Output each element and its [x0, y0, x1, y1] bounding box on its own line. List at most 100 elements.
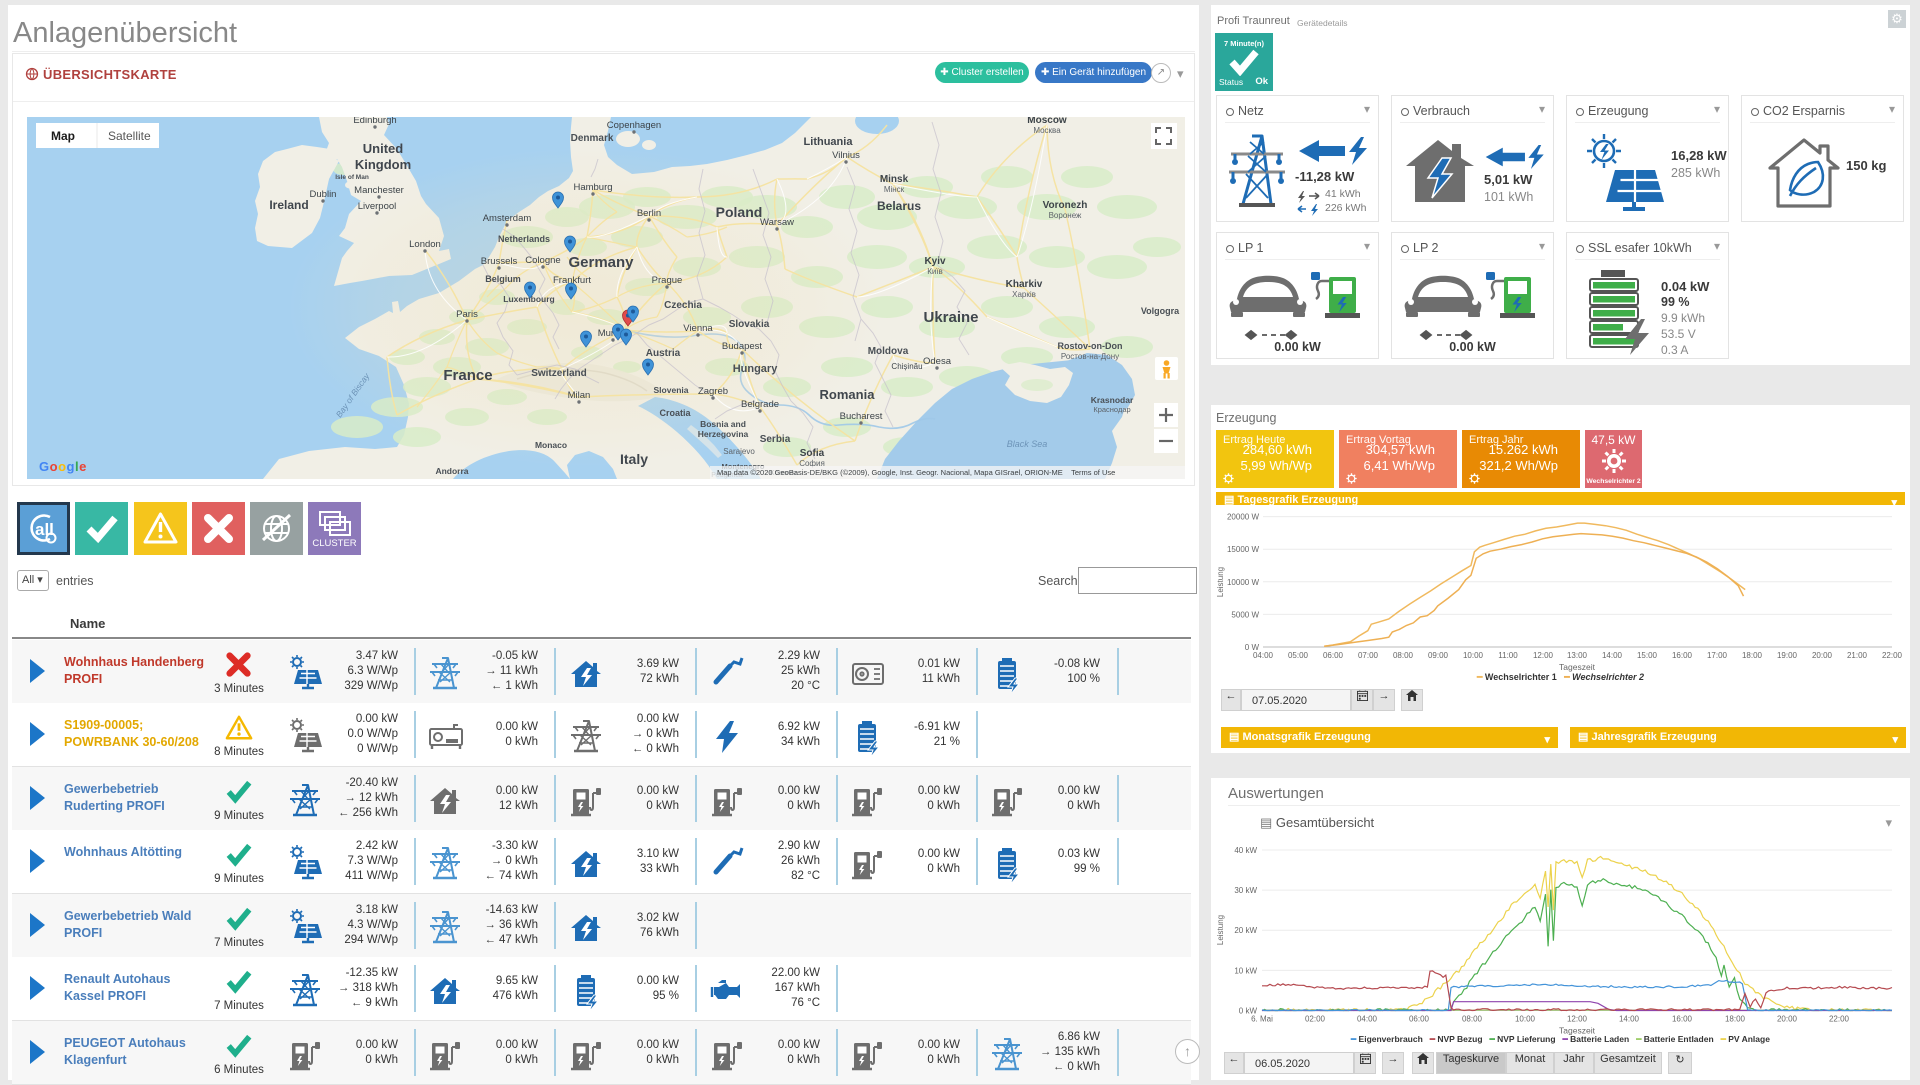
svg-text:6. Mai: 6. Mai — [1251, 1015, 1273, 1024]
svg-text:France: France — [443, 367, 492, 384]
svg-text:10:00: 10:00 — [1515, 1015, 1536, 1024]
svg-text:08:00: 08:00 — [1393, 651, 1414, 660]
svg-text:Prague: Prague — [652, 275, 683, 286]
svg-text:16:00: 16:00 — [1672, 651, 1693, 660]
svg-text:Slovakia: Slovakia — [729, 319, 770, 330]
svg-text:Amsterdam: Amsterdam — [483, 213, 532, 224]
svg-text:Map data ©2020 GeoBasis-DE/BKG: Map data ©2020 GeoBasis-DE/BKG (©2009), … — [717, 468, 1115, 477]
svg-text:Romania: Romania — [820, 387, 876, 402]
svg-text:Sarajevo: Sarajevo — [723, 447, 755, 456]
svg-text:Kyiv: Kyiv — [924, 256, 946, 267]
svg-text:07:00: 07:00 — [1358, 651, 1379, 660]
svg-text:20:00: 20:00 — [1777, 1015, 1798, 1024]
svg-text:11:00: 11:00 — [1498, 651, 1518, 660]
svg-text:Satellite: Satellite — [108, 129, 151, 143]
svg-text:Krasnodar: Krasnodar — [1091, 395, 1134, 405]
svg-text:22:00: 22:00 — [1829, 1015, 1850, 1024]
svg-text:Leistung: Leistung — [1216, 915, 1225, 945]
svg-text:Мінск: Мінск — [884, 185, 905, 194]
svg-text:Краснодар: Краснодар — [1093, 405, 1130, 414]
svg-text:21:00: 21:00 — [1847, 651, 1868, 660]
svg-text:Serbia: Serbia — [760, 434, 791, 445]
svg-text:Воронеж: Воронеж — [1049, 211, 1082, 220]
svg-text:04:00: 04:00 — [1253, 651, 1274, 660]
svg-text:London: London — [409, 239, 441, 250]
svg-text:09:00: 09:00 — [1428, 651, 1449, 660]
svg-text:Dublin: Dublin — [310, 189, 337, 200]
svg-text:Brussels: Brussels — [481, 256, 518, 267]
svg-text:30 kW: 30 kW — [1234, 886, 1257, 895]
svg-text:Denmark: Denmark — [571, 133, 614, 144]
svg-text:05:00: 05:00 — [1288, 651, 1309, 660]
svg-text:Croatia: Croatia — [659, 408, 691, 418]
svg-text:Berlin: Berlin — [637, 208, 661, 219]
svg-text:Kharkiv: Kharkiv — [1006, 279, 1043, 290]
svg-text:Germany: Germany — [568, 254, 634, 271]
svg-text:Lithuania: Lithuania — [804, 136, 854, 148]
svg-text:22:00: 22:00 — [1882, 651, 1903, 660]
svg-text:Paris: Paris — [456, 309, 478, 320]
svg-text:Hungary: Hungary — [733, 363, 779, 375]
svg-text:Andorra: Andorra — [435, 466, 468, 476]
svg-text:Italy: Italy — [620, 451, 648, 467]
svg-text:20:00: 20:00 — [1812, 651, 1833, 660]
svg-text:10 kW: 10 kW — [1234, 966, 1257, 975]
svg-text:all: all — [35, 520, 54, 539]
svg-text:Switzerland: Switzerland — [531, 368, 587, 379]
svg-text:06:00: 06:00 — [1323, 651, 1344, 660]
svg-text:Moscow: Moscow — [1027, 117, 1067, 126]
svg-text:Edinburgh: Edinburgh — [353, 117, 396, 126]
svg-text:02:00: 02:00 — [1305, 1015, 1326, 1024]
svg-text:04:00: 04:00 — [1357, 1015, 1378, 1024]
svg-text:Belgrade: Belgrade — [741, 399, 779, 410]
svg-text:Cologne: Cologne — [525, 255, 560, 266]
svg-text:Volgogra: Volgogra — [1141, 306, 1180, 316]
svg-text:19:00: 19:00 — [1777, 651, 1798, 660]
svg-text:14:00: 14:00 — [1602, 651, 1623, 660]
svg-text:Bucharest: Bucharest — [840, 411, 883, 422]
svg-text:Manchester: Manchester — [354, 185, 404, 196]
svg-text:20000 W: 20000 W — [1227, 513, 1259, 522]
svg-text:Rostov-on-Don: Rostov-on-Don — [1058, 341, 1123, 351]
svg-text:20 kW: 20 kW — [1234, 926, 1257, 935]
svg-text:Odesa: Odesa — [923, 356, 952, 367]
svg-text:Map: Map — [51, 129, 75, 143]
svg-text:Zagreb: Zagreb — [698, 386, 728, 397]
svg-text:Budapest: Budapest — [722, 341, 763, 352]
svg-text:18:00: 18:00 — [1742, 651, 1763, 660]
svg-text:10000 W: 10000 W — [1227, 578, 1259, 587]
svg-text:Warsaw: Warsaw — [760, 217, 794, 228]
svg-text:15000 W: 15000 W — [1227, 545, 1259, 554]
svg-text:Москва: Москва — [1033, 126, 1061, 135]
svg-text:14:00: 14:00 — [1619, 1015, 1640, 1024]
svg-text:Slovenia: Slovenia — [654, 385, 689, 395]
svg-text:18:00: 18:00 — [1725, 1015, 1746, 1024]
svg-text:CLUSTER: CLUSTER — [312, 538, 356, 549]
svg-text:Tageszeit: Tageszeit — [1559, 662, 1596, 672]
svg-text:40 kW: 40 kW — [1234, 846, 1257, 855]
svg-text:Austria: Austria — [646, 348, 681, 359]
svg-text:Monaco: Monaco — [535, 440, 567, 450]
svg-text:Isle of Man: Isle of Man — [335, 174, 369, 181]
svg-text:Netherlands: Netherlands — [498, 234, 550, 244]
svg-text:Vienna: Vienna — [683, 323, 713, 334]
svg-text:Київ: Київ — [927, 267, 943, 276]
svg-text:17:00: 17:00 — [1707, 651, 1728, 660]
svg-text:10:00: 10:00 — [1463, 651, 1484, 660]
svg-text:Ukraine: Ukraine — [923, 309, 978, 326]
svg-text:Hamburg: Hamburg — [573, 182, 612, 193]
svg-text:Kingdom: Kingdom — [355, 157, 411, 172]
svg-text:Minsk: Minsk — [880, 174, 909, 185]
svg-text:08:00: 08:00 — [1462, 1015, 1483, 1024]
svg-text:Ростов-на-Дону: Ростов-на-Дону — [1061, 352, 1119, 361]
svg-text:Belgium: Belgium — [485, 274, 521, 284]
svg-text:Milan: Milan — [568, 390, 591, 401]
svg-text:Belarus: Belarus — [877, 199, 921, 213]
svg-text:Google: Google — [39, 459, 87, 474]
svg-text:13:00: 13:00 — [1567, 651, 1588, 660]
svg-text:Moldova: Moldova — [868, 346, 909, 357]
svg-text:Харків: Харків — [1012, 290, 1036, 299]
svg-text:Liverpool: Liverpool — [358, 201, 397, 212]
svg-text:15:00: 15:00 — [1637, 651, 1658, 660]
svg-text:Voronezh: Voronezh — [1043, 200, 1088, 211]
